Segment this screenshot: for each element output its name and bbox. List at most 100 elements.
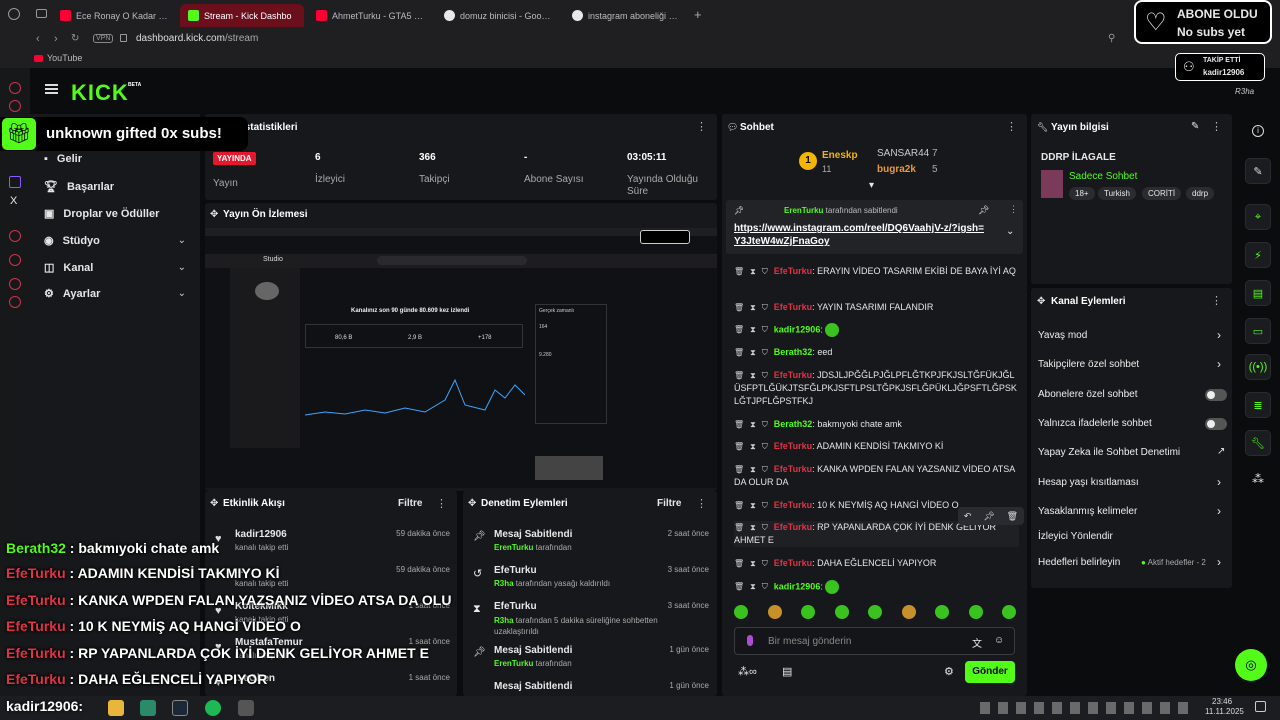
apps-icon[interactable]: ⁂ [1252, 472, 1264, 486]
browser-tab[interactable]: domuz binicisi - Google'd [436, 4, 560, 27]
tag[interactable]: Turkish [1098, 187, 1136, 200]
history-icon[interactable] [9, 230, 21, 242]
more-icon[interactable]: ⋮ [1211, 120, 1222, 133]
bookmark-youtube[interactable]: YouTube [34, 53, 82, 63]
pinned-link[interactable]: https://www.instagram.com/reel/DQ6VaahjV… [734, 222, 984, 248]
more-icon[interactable]: ⋮ [1006, 120, 1017, 133]
opera-menu-icon[interactable] [8, 8, 20, 20]
timeout-icon[interactable]: ⧗ [750, 267, 756, 276]
emote-icon[interactable] [901, 605, 916, 619]
spotify-icon[interactable] [205, 700, 221, 716]
chevron-down-icon[interactable]: ⌄ [178, 235, 186, 246]
moderator-name[interactable]: R3ha [494, 579, 514, 588]
moderator-name[interactable]: ErenTurku [494, 543, 533, 552]
browser-tab[interactable]: instagram aboneliği yüzde [564, 4, 688, 27]
chat-username[interactable]: EfeTurku [774, 522, 812, 532]
chat-username[interactable]: EfeTurku [774, 558, 812, 568]
timeout-icon[interactable]: ⧗ [750, 371, 756, 380]
emote-icon[interactable] [868, 605, 882, 619]
emoji-icon[interactable]: ☺ [994, 635, 1004, 646]
community-icon[interactable]: ⁂∞ [738, 665, 757, 678]
pinned-user[interactable]: ErenTurku [784, 206, 823, 215]
more-icon[interactable]: ⋮ [1009, 204, 1018, 215]
activity-user[interactable]: kadir12906 [235, 529, 287, 540]
home-icon[interactable] [9, 82, 21, 94]
chat-bubble-icon[interactable]: ▭ [1245, 318, 1271, 344]
trash-icon[interactable]: 🗑︎ [734, 420, 744, 429]
moderator-name[interactable]: ErenTurku [494, 659, 533, 668]
chevron-right-icon[interactable]: › [1217, 504, 1221, 518]
chevron-down-icon[interactable]: ⌄ [178, 288, 186, 299]
chat-username[interactable]: EfeTurku [774, 500, 812, 510]
store-icon[interactable]: ▤ [782, 665, 792, 678]
reload-icon[interactable]: ↻ [71, 33, 79, 44]
trash-icon[interactable]: 🗑︎ [734, 325, 744, 334]
banned-words-item[interactable]: Yasaklanmış kelimeler [1038, 506, 1137, 517]
forward-icon[interactable]: › [54, 33, 58, 45]
move-icon[interactable]: ✥ [210, 498, 218, 509]
chat-username[interactable]: EfeTurku [774, 302, 812, 312]
lightning-icon[interactable]: ⚡︎ [1245, 242, 1271, 268]
unpin-icon[interactable]: 📌︎ [978, 205, 989, 216]
browser-tab[interactable]: Ece Ronay O Kadar Kazar [52, 4, 176, 27]
emote-icon[interactable] [734, 605, 748, 619]
gear-icon[interactable]: ⚙ [944, 665, 954, 678]
trash-icon[interactable]: 🗑︎ [734, 348, 744, 357]
chat-username[interactable]: Berath32 [774, 419, 813, 429]
trash-icon[interactable]: 🗑︎ [734, 442, 744, 451]
tag[interactable]: ddrp [1186, 187, 1215, 200]
top-gifter-name[interactable]: Eneskp [822, 150, 858, 161]
raid-item[interactable]: İzleyici Yönlendir [1038, 531, 1113, 542]
external-link-icon[interactable]: ↗ [1217, 446, 1225, 457]
pin-icon[interactable]: ⚲ [1108, 33, 1115, 44]
timeout-icon[interactable]: ⧗ [750, 559, 756, 568]
trash-icon[interactable]: 🗑︎ [734, 501, 744, 510]
goals-item[interactable]: Hedefleri belirleyin [1038, 557, 1120, 568]
send-button[interactable]: Gönder [965, 661, 1015, 683]
move-icon[interactable]: ✥ [1037, 296, 1045, 307]
top-gifter-name[interactable]: SANSAR44 [877, 148, 929, 159]
timeout-icon[interactable]: ⧗ [750, 442, 756, 451]
move-icon[interactable]: ✥ [468, 498, 476, 509]
emote-only-toggle[interactable] [1205, 418, 1227, 430]
x-icon[interactable]: X [10, 195, 17, 207]
chat-username[interactable]: EfeTurku [774, 266, 812, 276]
new-tab-icon[interactable]: + [694, 7, 702, 22]
timeout-icon[interactable]: ⧗ [750, 325, 756, 334]
emote-icon[interactable] [767, 605, 782, 619]
more-icon[interactable]: ⋮ [696, 120, 707, 133]
chevron-down-icon[interactable]: ⌄ [1006, 226, 1014, 237]
tag[interactable]: CORİTİ [1142, 187, 1182, 200]
edit-icon[interactable]: ✎ [1191, 121, 1199, 132]
emote-icon[interactable] [968, 605, 983, 619]
sidebar-item-achievements[interactable]: 🏆︎ Başarılar [44, 180, 114, 194]
clock-icon[interactable] [9, 278, 21, 290]
trash-icon[interactable]: 🗑︎ [734, 582, 744, 591]
trash-icon[interactable]: 🗑︎ [734, 465, 744, 474]
subs-only-toggle[interactable] [1205, 389, 1227, 401]
timeout-icon[interactable]: ⧗ [750, 348, 756, 357]
trash-icon[interactable]: 🗑︎ [734, 559, 744, 568]
more-icon[interactable]: ⋮ [436, 497, 447, 510]
emote-icon[interactable] [834, 605, 849, 619]
filter-button[interactable]: Filtre [657, 498, 681, 509]
top-gifter-name[interactable]: bugra2k [877, 164, 916, 175]
timeout-icon[interactable]: ⧗ [750, 303, 756, 312]
mic-icon[interactable] [747, 635, 753, 646]
trash-icon[interactable]: 🗑︎ [734, 267, 744, 276]
move-icon[interactable]: ✥ [210, 209, 218, 220]
reply-icon[interactable]: ↶ [964, 511, 972, 522]
url-field[interactable]: dashboard.kick.com/stream [136, 33, 258, 44]
sidebar-item-drops[interactable]: ▣ Droplar ve Ödüller [44, 207, 159, 221]
calculator-icon[interactable] [238, 700, 254, 716]
folder-icon[interactable] [108, 700, 124, 716]
tag[interactable]: 18+ [1069, 187, 1095, 200]
chat-username[interactable]: kadir12906 [774, 581, 821, 591]
messenger-icon[interactable] [9, 100, 21, 112]
chevron-right-icon[interactable]: › [1217, 475, 1221, 489]
vpn-badge[interactable]: VPN [93, 34, 114, 43]
sidebar-item-studio[interactable]: ◉ Stüdyo [44, 234, 100, 248]
timeout-icon[interactable]: ⧗ [750, 523, 756, 532]
chat-username[interactable]: EfeTurku [774, 464, 812, 474]
trash-icon[interactable]: 🗑︎ [734, 523, 744, 532]
